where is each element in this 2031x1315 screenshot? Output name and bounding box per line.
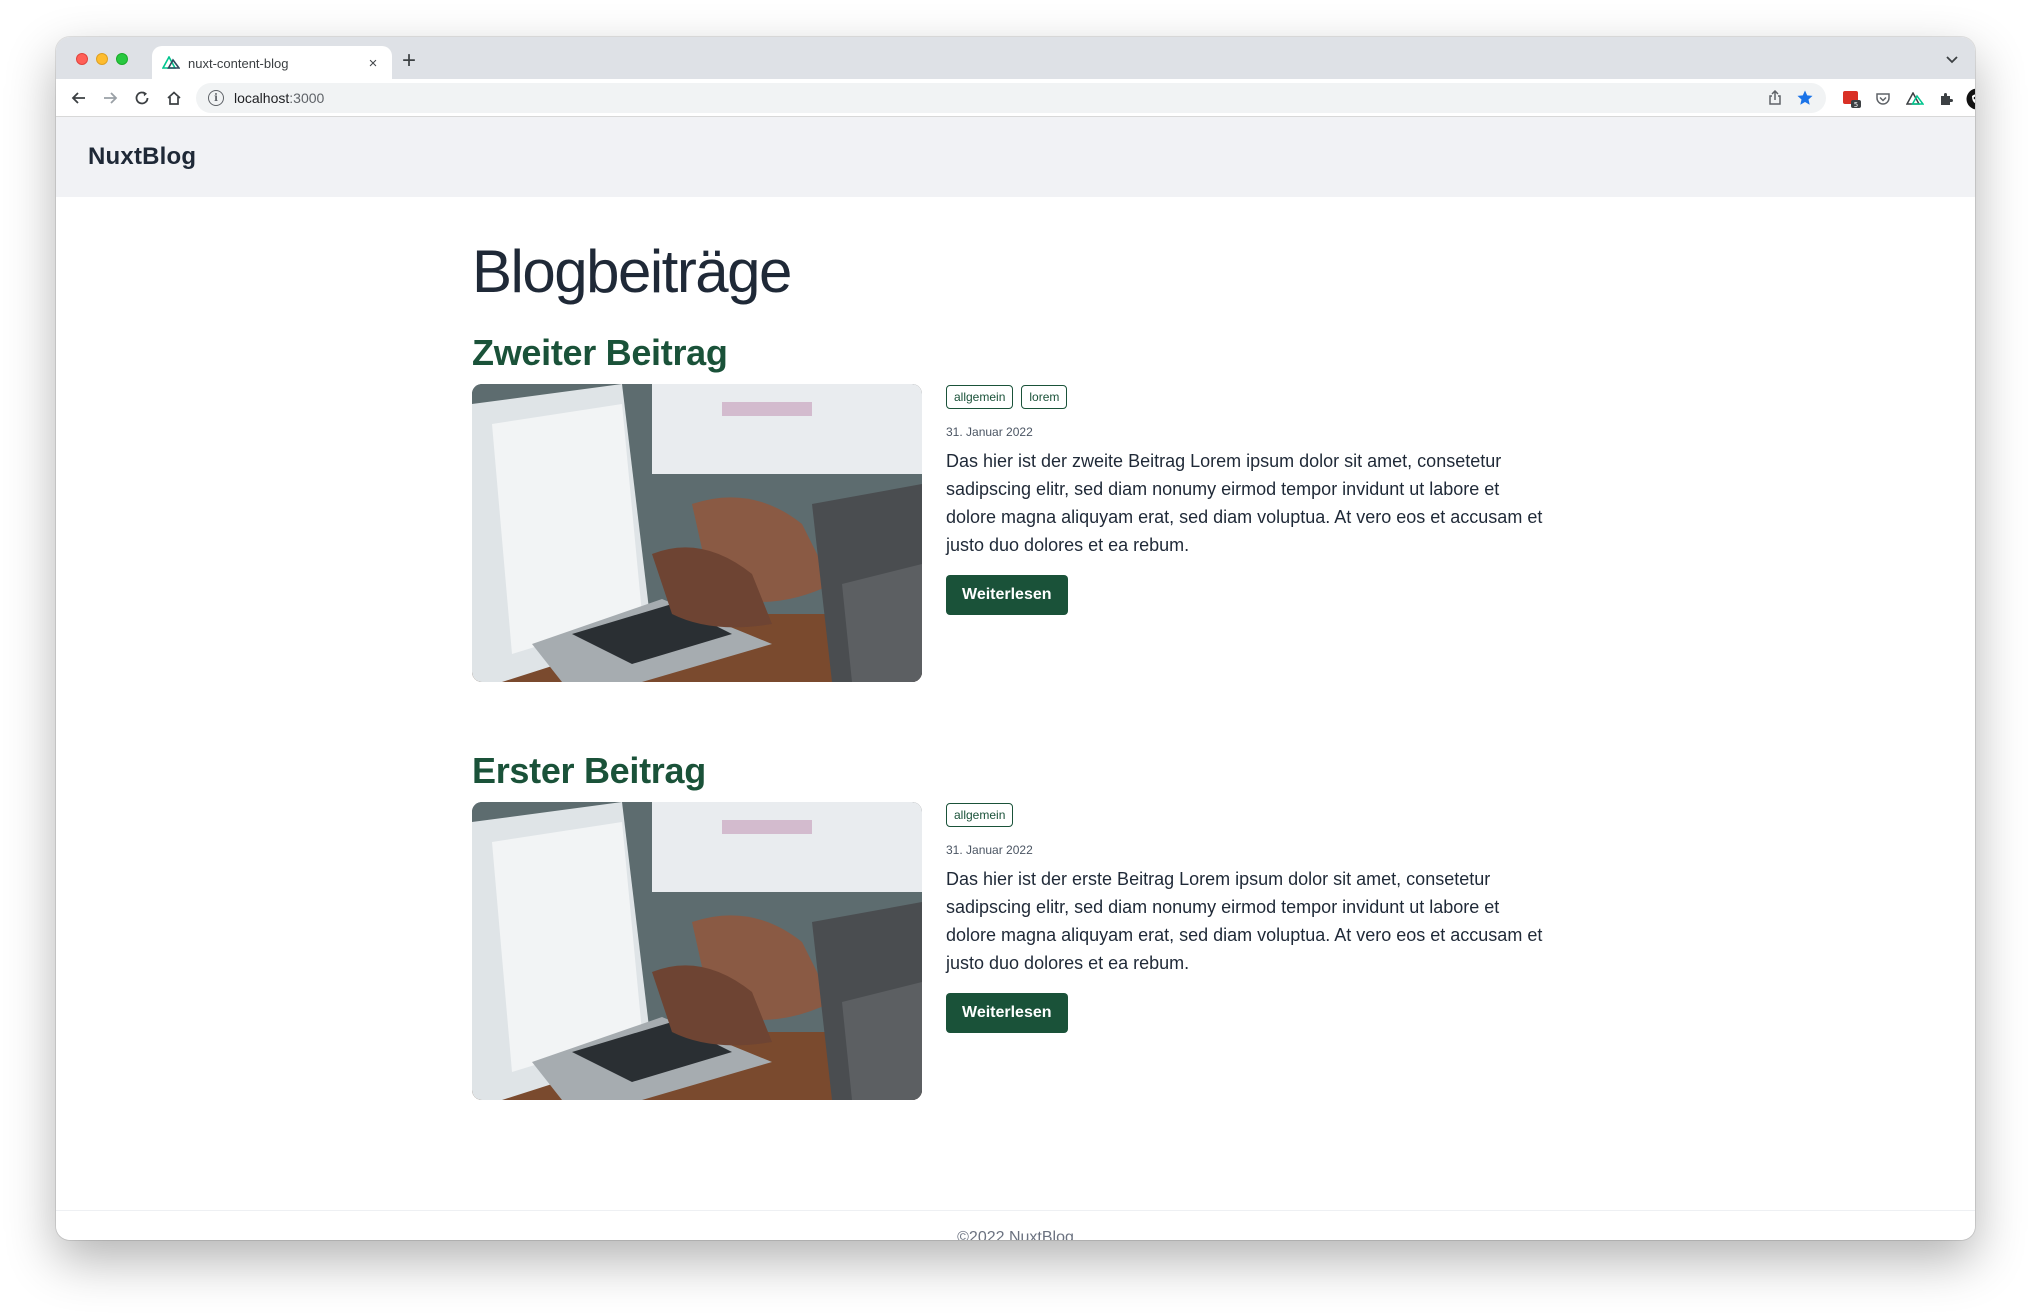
page-title: Blogbeiträge [472, 238, 792, 305]
share-icon[interactable] [1768, 90, 1782, 106]
post-tags: allgemein lorem [946, 385, 1556, 409]
post-thumbnail-laptop-image[interactable] [472, 802, 922, 1100]
minimize-window-button[interactable] [96, 53, 108, 65]
close-window-button[interactable] [76, 53, 88, 65]
tab-title: nuxt-content-blog [188, 55, 289, 71]
tag-badge[interactable]: lorem [1021, 385, 1068, 409]
reload-icon[interactable] [131, 87, 153, 109]
url-text: localhost:3000 [234, 90, 1754, 106]
post-meta: allgemein lorem 31. Januar 2022 Das hier… [946, 384, 1556, 682]
back-arrow-icon[interactable] [68, 87, 90, 109]
window-controls [76, 53, 128, 65]
read-more-button[interactable]: Weiterlesen [946, 575, 1068, 615]
post-card: Zweiter Beitrag allgemein lorem 31. Janu… [472, 332, 1572, 682]
profile-avatar-icon[interactable] [1966, 88, 1975, 110]
pocket-icon[interactable] [1873, 89, 1893, 109]
browser-window: nuxt-content-blog × + i localhost:3000 5… [56, 37, 1975, 1240]
site-header: NuxtBlog [56, 117, 1975, 197]
post-body: allgemein 31. Januar 2022 Das hier ist d… [472, 802, 1556, 1100]
post-excerpt: Das hier ist der zweite Beitrag Lorem ip… [946, 451, 1543, 555]
tab-strip: nuxt-content-blog × + [56, 37, 1975, 80]
browser-tab[interactable]: nuxt-content-blog × [152, 46, 392, 80]
nuxt-favicon-icon [162, 54, 180, 72]
site-brand-logo[interactable]: NuxtBlog [88, 143, 196, 171]
url-host: localhost [234, 90, 290, 106]
post-body: allgemein lorem 31. Januar 2022 Das hier… [472, 384, 1556, 682]
vue-devtools-icon[interactable] [1905, 89, 1925, 109]
post-excerpt: Das hier ist der erste Beitrag Lorem ips… [946, 869, 1543, 973]
calendar-extension-icon[interactable]: 5 [1842, 89, 1862, 109]
address-bar[interactable]: i localhost:3000 [196, 83, 1826, 113]
tab-search-chevron-icon[interactable] [1945, 51, 1959, 69]
post-title[interactable]: Zweiter Beitrag [472, 332, 1572, 374]
post-meta: allgemein 31. Januar 2022 Das hier ist d… [946, 802, 1556, 1100]
post-thumbnail-laptop-image[interactable] [472, 384, 922, 682]
extension-badge: 5 [1854, 101, 1858, 109]
page-viewport: NuxtBlog Blogbeiträge Zweiter Beitrag al… [56, 117, 1975, 1240]
forward-arrow-icon[interactable] [99, 87, 121, 109]
maximize-window-button[interactable] [116, 53, 128, 65]
url-port: :3000 [289, 90, 325, 106]
bookmark-star-icon[interactable] [1796, 89, 1814, 107]
new-tab-button[interactable]: + [402, 49, 416, 73]
footer-copyright: ©2022 NuxtBlog [957, 1229, 1074, 1240]
post-date: 31. Januar 2022 [946, 425, 1033, 439]
tag-badge[interactable]: allgemein [946, 803, 1014, 827]
browser-toolbar: i localhost:3000 5 [56, 79, 1975, 117]
post-date: 31. Januar 2022 [946, 843, 1033, 857]
post-title[interactable]: Erster Beitrag [472, 750, 1572, 792]
site-footer: ©2022 NuxtBlog [56, 1210, 1975, 1240]
site-info-icon[interactable]: i [208, 90, 224, 106]
extensions-puzzle-icon[interactable] [1936, 89, 1956, 109]
post-card: Erster Beitrag allgemein 31. Januar 2022… [472, 750, 1572, 1100]
tag-badge[interactable]: allgemein [946, 385, 1014, 409]
post-tags: allgemein [946, 803, 1556, 827]
home-icon[interactable] [163, 87, 185, 109]
tab-close-icon[interactable]: × [364, 55, 382, 72]
read-more-button[interactable]: Weiterlesen [946, 993, 1068, 1033]
